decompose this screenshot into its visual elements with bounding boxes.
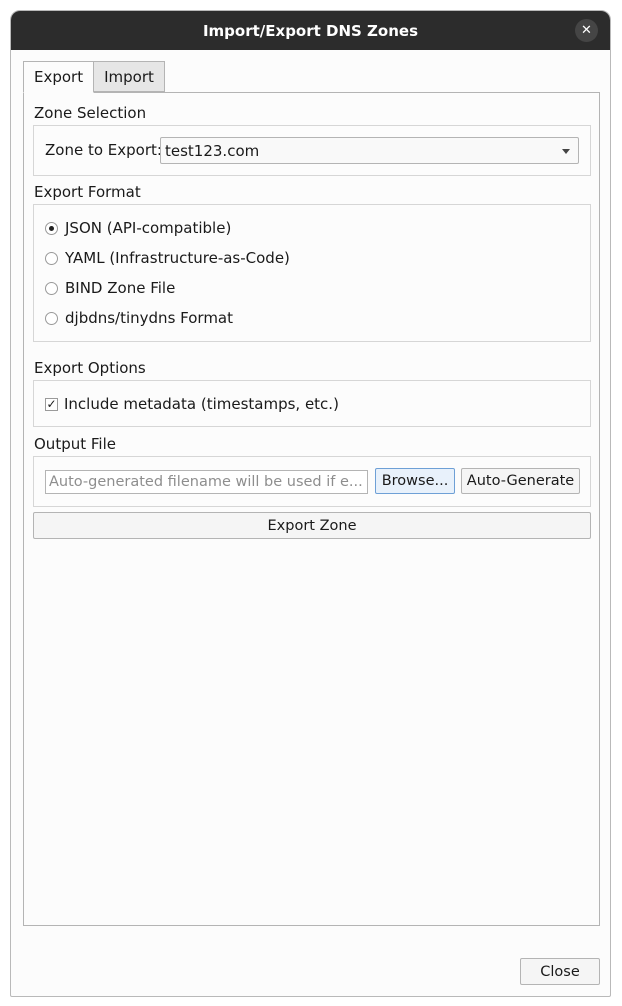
format-option-label: JSON (API-compatible)	[65, 219, 232, 237]
export-zone-button[interactable]: Export Zone	[33, 512, 591, 539]
output-file-title: Output File	[34, 435, 116, 453]
tab-import[interactable]: Import	[94, 61, 165, 92]
output-filename-input[interactable]	[45, 470, 368, 494]
export-options-title: Export Options	[34, 359, 146, 377]
format-option-label: BIND Zone File	[65, 279, 176, 297]
export-format-group: JSON (API-compatible) YAML (Infrastructu…	[33, 204, 591, 342]
tab-export[interactable]: Export	[23, 61, 95, 93]
format-option-bind[interactable]: BIND Zone File	[45, 279, 175, 297]
format-option-yaml[interactable]: YAML (Infrastructure-as-Code)	[45, 249, 290, 267]
zone-selection-title: Zone Selection	[34, 104, 147, 122]
format-option-djbdns[interactable]: djbdns/tinydns Format	[45, 309, 233, 327]
radio-button[interactable]	[45, 281, 58, 295]
browse-button[interactable]: Browse...	[375, 468, 455, 494]
format-option-json[interactable]: JSON (API-compatible)	[45, 219, 231, 237]
format-option-label: djbdns/tinydns Format	[65, 309, 234, 327]
close-icon[interactable]: ✕	[575, 19, 598, 42]
export-format-title: Export Format	[34, 183, 141, 201]
auto-generate-button[interactable]: Auto-Generate	[461, 468, 580, 494]
zone-select-value: test123.com	[165, 141, 260, 160]
zone-selection-group: Zone to Export: test123.com	[33, 125, 591, 176]
radio-button[interactable]	[45, 221, 58, 235]
dialog-window: Import/Export DNS Zones ✕ Export Import …	[10, 10, 611, 997]
radio-button[interactable]	[45, 311, 58, 325]
format-option-label: YAML (Infrastructure-as-Code)	[65, 249, 290, 267]
chevron-down-icon	[562, 149, 570, 154]
include-metadata-checkbox[interactable]: ✓	[45, 397, 58, 411]
include-metadata-checkbox-row[interactable]: ✓ Include metadata (timestamps, etc.)	[45, 395, 339, 413]
window-title: Import/Export DNS Zones	[202, 21, 419, 40]
output-file-group: Browse... Auto-Generate	[33, 456, 591, 507]
close-button[interactable]: Close	[520, 958, 600, 985]
zone-select[interactable]: test123.com	[160, 137, 579, 164]
title-bar: Import/Export DNS Zones ✕	[11, 11, 610, 50]
export-options-group: ✓ Include metadata (timestamps, etc.)	[33, 380, 591, 427]
tab-bar: Export Import	[23, 61, 165, 93]
export-tab-panel: Zone Selection Zone to Export: test123.c…	[23, 92, 600, 926]
include-metadata-label: Include metadata (timestamps, etc.)	[64, 395, 339, 413]
zone-to-export-label: Zone to Export:	[45, 141, 162, 159]
radio-button[interactable]	[45, 251, 58, 265]
